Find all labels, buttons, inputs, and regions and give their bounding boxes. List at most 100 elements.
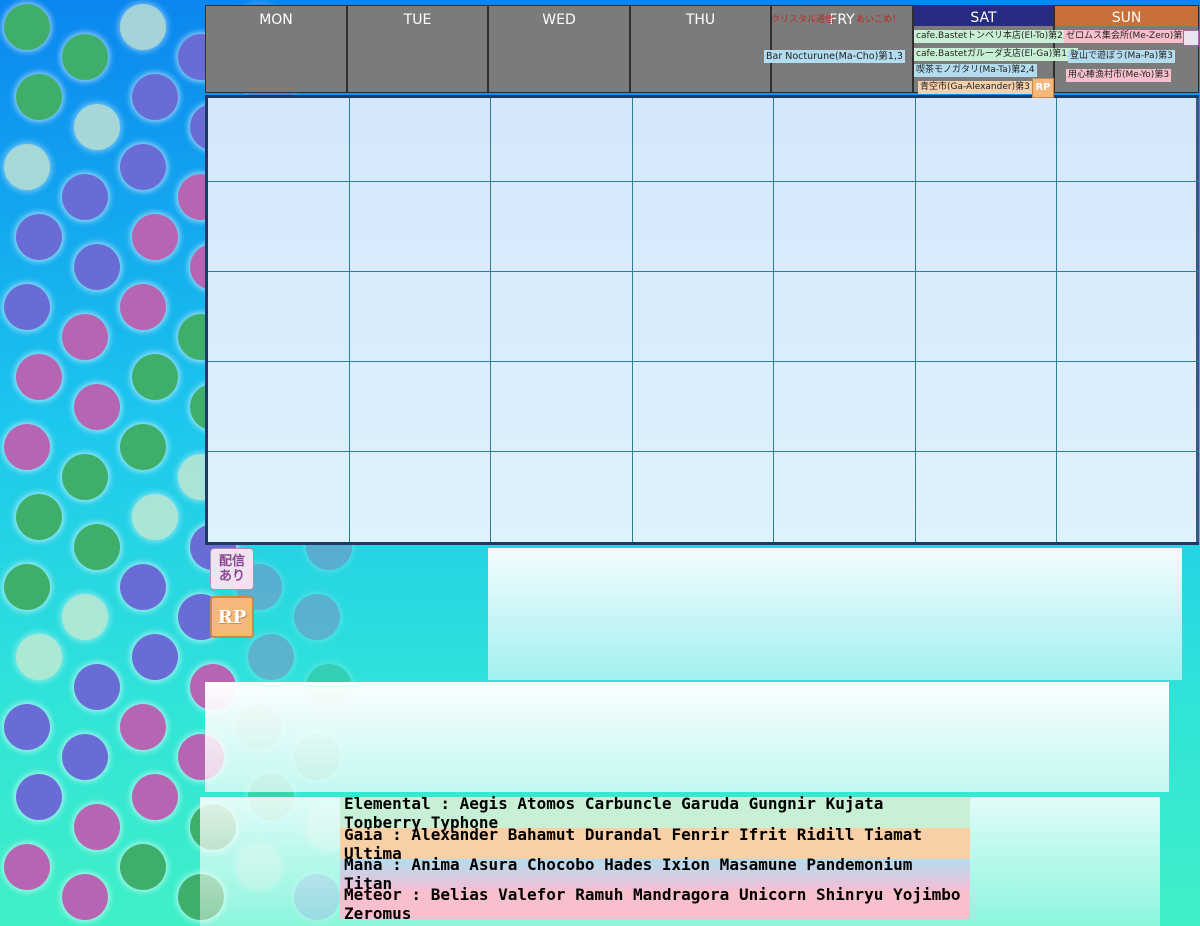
stream-legend-icon: 配信あり (210, 548, 254, 590)
decorative-dot (4, 844, 50, 890)
decorative-dot (4, 144, 50, 190)
event-sat-monogatari[interactable]: 喫茶モノガタリ(Ma-Ta)第2,4 (914, 64, 1037, 77)
calendar-cell[interactable] (491, 272, 633, 362)
calendar-cell[interactable] (774, 98, 916, 182)
decorative-dot (16, 494, 62, 540)
decorative-dot (294, 594, 340, 640)
calendar-cell[interactable] (633, 182, 774, 272)
calendar-cell[interactable] (916, 182, 1057, 272)
calendar-cell[interactable] (916, 362, 1057, 452)
decorative-dot (120, 564, 166, 610)
day-header-tue: TUE (347, 5, 488, 93)
decorative-dot (62, 314, 108, 360)
calendar-cell[interactable] (774, 272, 916, 362)
calendar-cell[interactable] (633, 98, 774, 182)
server-row-elemental: Elemental : Aegis Atomos Carbuncle Garud… (340, 794, 970, 832)
stream-legend-label: 配信あり (218, 554, 245, 584)
decorative-dot (132, 774, 178, 820)
calendar-cell[interactable] (633, 452, 774, 542)
calendar-cell[interactable] (633, 362, 774, 452)
calendar-cell[interactable] (633, 272, 774, 362)
decorative-dot (132, 354, 178, 400)
decorative-dot (120, 424, 166, 470)
calendar-cell[interactable] (350, 272, 491, 362)
decorative-dot (120, 704, 166, 750)
decorative-dot (74, 244, 120, 290)
decorative-dot (132, 634, 178, 680)
event-sun-zeromus-hall[interactable]: ゼロムス集会所(Me-Zero)第2,4 (1064, 30, 1199, 43)
day-header-thu: THU (630, 5, 771, 93)
calendar-cell[interactable] (1057, 452, 1199, 542)
decorative-dot (16, 214, 62, 260)
decorative-dot (16, 74, 62, 120)
decorative-dot (62, 734, 108, 780)
calendar-cell[interactable] (916, 452, 1057, 542)
event-sat-bastet-tonberry[interactable]: cafe.Bastetトンベリ本店(El-To)第2,4 (914, 30, 1074, 43)
stream-icon-small (1183, 30, 1199, 46)
event-sat-bastet-garuda[interactable]: cafe.Bastetガルーダ支店(El-Ga)第1,3 (914, 48, 1078, 61)
calendar-cell[interactable] (208, 98, 350, 182)
decorative-dot (120, 284, 166, 330)
calendar-cell[interactable] (916, 98, 1057, 182)
calendar-cell[interactable] (1057, 362, 1199, 452)
decorative-dot (62, 34, 108, 80)
calendar-cell[interactable] (1057, 272, 1199, 362)
decorative-dot (4, 704, 50, 750)
day-header-mon: MON (205, 5, 347, 93)
calendar-cell[interactable] (774, 362, 916, 452)
decorative-dot (74, 524, 120, 570)
decorative-dot (74, 384, 120, 430)
decorative-dot (62, 454, 108, 500)
calendar-cell[interactable] (1057, 98, 1199, 182)
calendar-cell[interactable] (208, 272, 350, 362)
decorative-dot (248, 634, 294, 680)
decorative-dot (62, 874, 108, 920)
decorative-dot (132, 214, 178, 260)
rp-legend-icon: RP (210, 596, 254, 638)
calendar-grid (205, 95, 1199, 545)
calendar-cell[interactable] (1057, 182, 1199, 272)
day-label: TUE (403, 12, 432, 28)
decorative-dot (16, 774, 62, 820)
decorative-dot (74, 104, 120, 150)
calendar-cell[interactable] (491, 452, 633, 542)
decorative-dot (62, 174, 108, 220)
calendar-cell[interactable] (350, 182, 491, 272)
fri-note-left: クリスタル通信 (771, 15, 835, 25)
calendar-cell[interactable] (350, 452, 491, 542)
decorative-dot (62, 594, 108, 640)
event-fri-bar-nocturune[interactable]: Bar Nocturune(Ma-Cho)第1,3 (764, 50, 905, 63)
day-header-wed: WED (488, 5, 630, 93)
calendar-cell[interactable] (208, 182, 350, 272)
calendar-cell[interactable] (491, 362, 633, 452)
decorative-dot (132, 74, 178, 120)
day-label: SUN (1111, 10, 1142, 26)
fri-note-right: あいこめ！ (856, 15, 902, 25)
decorative-dot (120, 844, 166, 890)
day-label: MON (259, 12, 293, 28)
decorative-dot (4, 424, 50, 470)
day-label: SAT (970, 10, 997, 26)
decorative-dot (120, 144, 166, 190)
event-sun-yojimbo-market[interactable]: 用心棒漁村市(Me-Yo)第3 (1066, 69, 1172, 82)
calendar-cell[interactable] (350, 98, 491, 182)
calendar-cell[interactable] (916, 272, 1057, 362)
calendar-cell[interactable] (208, 362, 350, 452)
server-row-meteor: Meteor : Belias Valefor Ramuh Mandragora… (340, 885, 970, 923)
rp-legend-label: RP (217, 606, 247, 628)
day-label: THU (685, 12, 716, 28)
event-sun-mountain[interactable]: 登山で遊ぼう(Ma-Pa)第3 (1068, 50, 1175, 63)
calendar-cell[interactable] (208, 452, 350, 542)
calendar-cell[interactable] (491, 182, 633, 272)
event-sat-aozora-market[interactable]: 青空市(Ga-Alexander)第3 (918, 81, 1032, 94)
decorative-dot (74, 664, 120, 710)
calendar-cell[interactable] (774, 182, 916, 272)
decorative-dot (4, 4, 50, 50)
calendar-cell[interactable] (350, 362, 491, 452)
calendar-cell[interactable] (491, 98, 633, 182)
decorative-dot (4, 284, 50, 330)
blank-panel-2 (205, 682, 1169, 792)
calendar-cell[interactable] (774, 452, 916, 542)
decorative-dot (120, 4, 166, 50)
decorative-dot (16, 634, 62, 680)
